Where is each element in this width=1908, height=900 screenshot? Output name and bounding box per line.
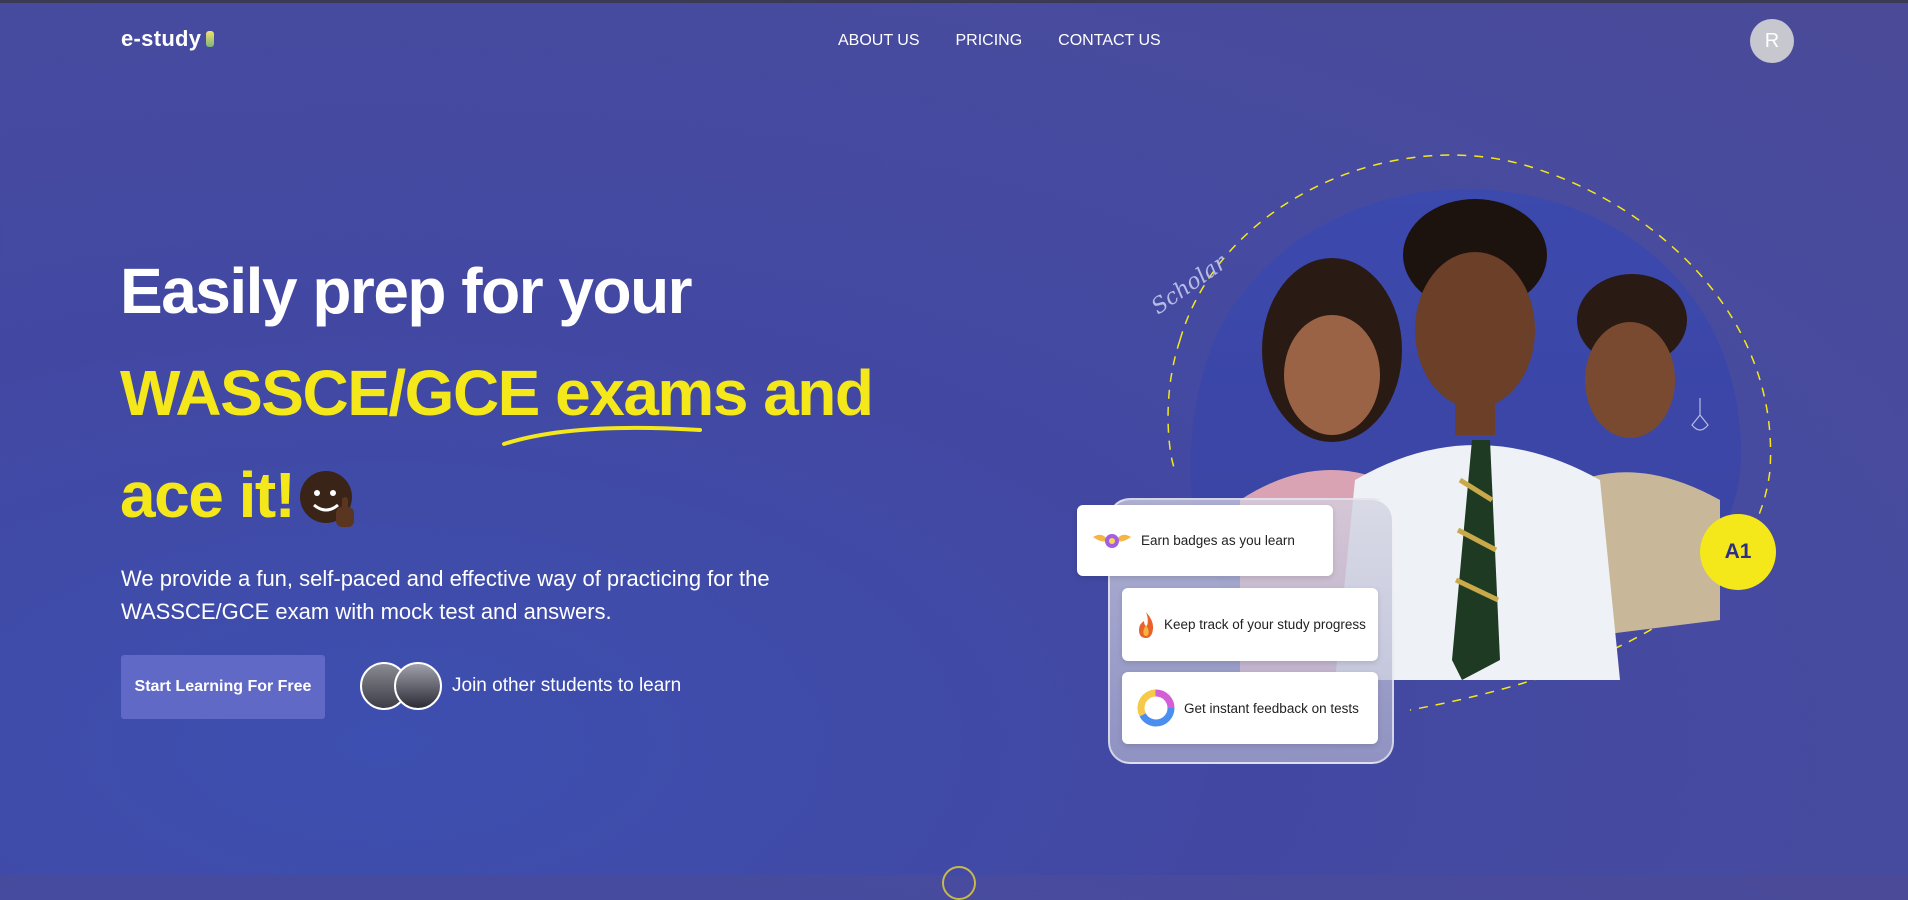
hero-headline: Easily prep for your WASSCE/GCE exams an… <box>120 240 874 546</box>
feature-card-badges: Earn badges as you learn <box>1077 505 1333 576</box>
donut-chart-icon <box>1136 688 1176 728</box>
logo-text: e-study <box>121 26 202 51</box>
start-learning-button[interactable]: Start Learning For Free <box>121 655 325 719</box>
top-border <box>0 0 1908 3</box>
feature-text: Get instant feedback on tests <box>1184 700 1359 716</box>
hero-description: We provide a fun, self-paced and effecti… <box>121 566 770 624</box>
headline-line-2: WASSCE/GCE exams and <box>120 357 874 429</box>
user-avatar[interactable]: R <box>1750 19 1794 63</box>
main-nav: ABOUT US PRICING CONTACT US <box>838 32 1161 50</box>
feature-text: Keep track of your study progress <box>1164 617 1366 632</box>
winged-badge-icon <box>1091 529 1133 553</box>
grade-badge: A1 <box>1700 514 1776 590</box>
scholar-text: Scholar <box>1147 250 1233 320</box>
logo[interactable]: e-study <box>121 26 215 52</box>
feature-text: Earn badges as you learn <box>1141 533 1295 548</box>
nav-contact-us[interactable]: CONTACT US <box>1058 32 1161 50</box>
headline-line-1: Easily prep for your <box>120 255 693 327</box>
thumbs-up-emoji-icon <box>296 458 360 527</box>
feature-card-progress: Keep track of your study progress <box>1122 588 1378 661</box>
exams-underline <box>502 425 702 446</box>
fire-icon <box>1136 611 1156 639</box>
join-text: Join other students to learn <box>452 675 682 696</box>
scroll-indicator-icon[interactable] <box>942 866 976 900</box>
headline-line-3-text: ace it! <box>120 459 296 531</box>
headline-line-3: ace it! <box>120 444 872 546</box>
nav-pricing[interactable]: PRICING <box>956 32 1023 50</box>
pencil-icon <box>206 31 215 47</box>
student-avatar <box>394 662 442 710</box>
nav-about-us[interactable]: ABOUT US <box>838 32 920 50</box>
join-students: Join other students to learn <box>360 662 681 710</box>
feature-card-feedback: Get instant feedback on tests <box>1122 672 1378 744</box>
